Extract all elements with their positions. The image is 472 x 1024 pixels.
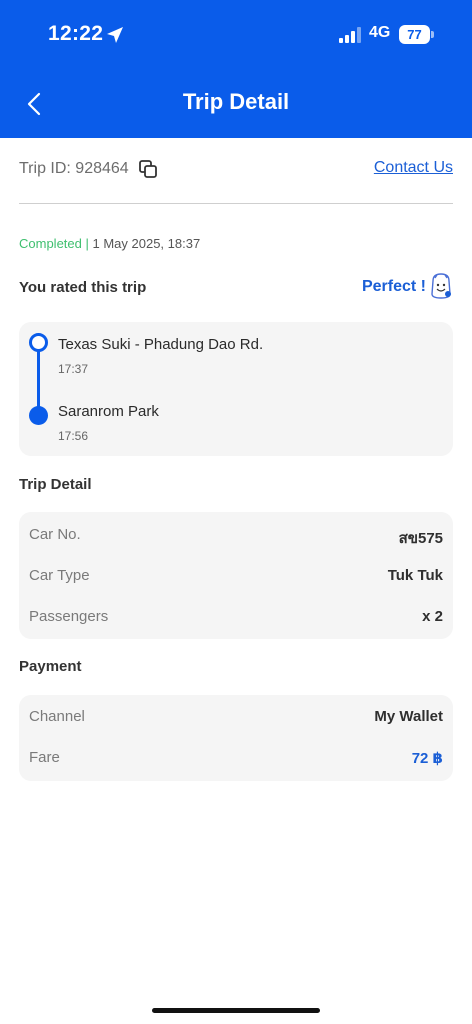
- status-badge: Completed: [19, 236, 82, 251]
- pickup-name: Texas Suki - Phadung Dao Rd.: [58, 336, 264, 353]
- battery-tip: [431, 31, 434, 38]
- info-row-car-type: Car Type Tuk Tuk: [29, 567, 443, 589]
- payment-heading: Payment: [19, 658, 82, 675]
- channel-value: My Wallet: [374, 708, 443, 725]
- home-indicator[interactable]: [152, 1008, 320, 1013]
- battery-level: 77: [399, 25, 430, 44]
- passengers-label: Passengers: [29, 608, 109, 625]
- pickup-time: 17:37: [58, 362, 89, 376]
- app-header: 12:22 4G 77 Trip Detail: [0, 0, 472, 138]
- network-type: 4G: [369, 24, 391, 41]
- contact-us-link[interactable]: Contact Us: [374, 159, 453, 177]
- trip-status-row: Completed | 1 May 2025, 18:37: [19, 236, 200, 251]
- status-time: 12:22: [48, 22, 104, 45]
- route-card: Texas Suki - Phadung Dao Rd. 17:37 Saran…: [19, 322, 453, 456]
- info-row-passengers: Passengers x 2: [29, 608, 443, 630]
- signal-icon: [339, 27, 361, 43]
- fare-value: 72 ฿: [411, 750, 443, 767]
- car-no-label: Car No.: [29, 526, 81, 543]
- passengers-value: x 2: [422, 608, 443, 625]
- channel-label: Channel: [29, 708, 85, 725]
- rating-value: Perfect !: [361, 278, 426, 295]
- dropoff-time: 17:56: [58, 429, 89, 443]
- info-row-channel: Channel My Wallet: [29, 708, 443, 730]
- info-row-car-no: Car No. สข575: [29, 526, 443, 548]
- location-arrow-icon: [107, 27, 123, 43]
- fare-label: Fare: [29, 749, 60, 766]
- trip-id-row: Trip ID: 928464: [19, 160, 157, 178]
- copy-icon[interactable]: [138, 160, 157, 178]
- trip-id: Trip ID: 928464: [19, 160, 129, 177]
- battery-icon: 77: [399, 25, 434, 44]
- payment-card: Channel My Wallet Fare 72 ฿: [19, 695, 453, 781]
- smiley-face-icon: [431, 273, 451, 299]
- car-no-value: สข575: [398, 530, 443, 547]
- trip-datetime: 1 May 2025, 18:37: [88, 236, 201, 251]
- dropoff-marker-icon: [29, 406, 48, 425]
- divider: [19, 203, 453, 204]
- page-title: Trip Detail: [182, 89, 290, 114]
- car-type-value: Tuk Tuk: [387, 567, 443, 584]
- pickup-marker-icon: [29, 333, 48, 352]
- trip-detail-heading: Trip Detail: [19, 476, 92, 493]
- dropoff-name: Saranrom Park: [58, 403, 159, 420]
- rated-label: You rated this trip: [19, 279, 147, 296]
- trip-detail-card: Car No. สข575 Car Type Tuk Tuk Passenger…: [19, 512, 453, 639]
- info-row-fare: Fare 72 ฿: [29, 749, 443, 771]
- car-type-label: Car Type: [29, 567, 90, 584]
